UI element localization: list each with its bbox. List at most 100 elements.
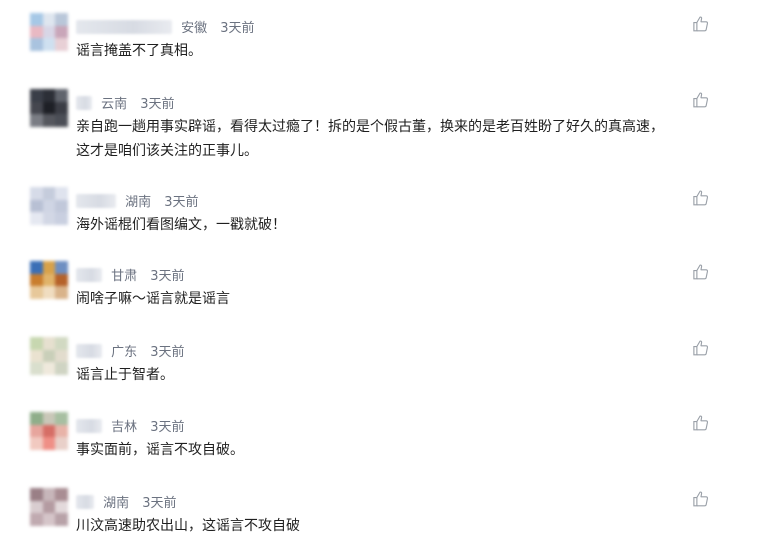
avatar[interactable]	[30, 89, 68, 127]
avatar-mosaic-cell	[30, 362, 43, 375]
avatar-mosaic-cell	[55, 25, 68, 39]
location: 吉林	[111, 420, 138, 435]
comment-meta: 云南 3天前	[76, 92, 175, 112]
location: 甘肃	[111, 269, 138, 284]
comment-meta: 广东 3天前	[76, 340, 185, 360]
timestamp: 3天前	[150, 269, 185, 284]
avatar-mosaic-cell	[55, 114, 68, 127]
comment-text: 川汶高速助农出山，这谣言不攻自破	[76, 518, 300, 534]
avatar-mosaic-cell	[55, 199, 68, 213]
thumbs-up-icon[interactable]	[692, 15, 710, 33]
avatar-mosaic-cell	[30, 38, 43, 51]
avatar-mosaic-cell	[55, 13, 68, 26]
avatar-mosaic-cell	[55, 424, 68, 438]
avatar-mosaic-cell	[42, 500, 56, 514]
avatar-mosaic-cell	[55, 337, 68, 350]
avatar-mosaic-cell	[42, 513, 56, 526]
comment-meta: 湖南 3天前	[76, 491, 177, 511]
avatar-mosaic-cell	[55, 89, 68, 102]
avatar-mosaic-cell	[30, 199, 43, 213]
thumbs-up-icon[interactable]	[692, 263, 710, 281]
avatar[interactable]	[30, 412, 68, 450]
location: 湖南	[103, 496, 130, 511]
avatar-mosaic-cell	[42, 199, 56, 213]
avatar-mosaic-cell	[42, 25, 56, 39]
avatar-mosaic-cell	[42, 212, 56, 225]
avatar-mosaic-cell	[30, 424, 43, 438]
comment-text: 海外谣棍们看图编文，一戳就破！	[76, 217, 286, 233]
avatar-mosaic-cell	[30, 349, 43, 363]
comment-text: 谣言掩盖不了真相。	[76, 43, 202, 59]
avatar-mosaic-cell	[55, 500, 68, 514]
comment-meta: 吉林 3天前	[76, 415, 185, 435]
avatar-mosaic-cell	[42, 89, 56, 102]
avatar-mosaic-cell	[42, 101, 56, 115]
thumbs-up-icon[interactable]	[692, 490, 710, 508]
avatar-mosaic-cell	[42, 362, 56, 375]
comment-meta: 安徽 3天前	[76, 16, 255, 36]
timestamp: 3天前	[150, 345, 185, 360]
comment-text: 事实面前，谣言不攻自破。	[76, 442, 244, 458]
avatar-mosaic-cell	[42, 412, 56, 425]
avatar-mosaic-cell	[55, 513, 68, 526]
avatar[interactable]	[30, 488, 68, 526]
avatar-mosaic-cell	[42, 38, 56, 51]
avatar-mosaic-cell	[42, 273, 56, 287]
avatar-mosaic-cell	[30, 337, 43, 350]
thumbs-up-icon[interactable]	[692, 91, 710, 109]
avatar-mosaic-cell	[42, 261, 56, 274]
username-blurred[interactable]	[76, 19, 172, 34]
username-blurred[interactable]	[76, 494, 94, 509]
avatar-mosaic-cell	[55, 437, 68, 450]
avatar-mosaic-cell	[55, 488, 68, 501]
thumbs-up-icon[interactable]	[692, 189, 710, 207]
comment-meta: 甘肃 3天前	[76, 264, 185, 284]
avatar-mosaic-cell	[30, 212, 43, 225]
thumbs-up-icon[interactable]	[692, 339, 710, 357]
comment-text: 亲自跑一趟用事实辟谣，看得太过瘾了！拆的是个假古董，换来的是老百姓盼了好久的真高…	[76, 119, 664, 159]
avatar-mosaic-cell	[42, 349, 56, 363]
avatar-mosaic-cell	[55, 349, 68, 363]
timestamp: 3天前	[164, 195, 199, 210]
comment-text: 谣言止于智者。	[76, 367, 174, 383]
avatar-mosaic-cell	[30, 89, 43, 102]
thumbs-up-icon[interactable]	[692, 414, 710, 432]
avatar[interactable]	[30, 261, 68, 299]
avatar-mosaic-cell	[30, 261, 43, 274]
avatar-mosaic-cell	[30, 286, 43, 299]
avatar-mosaic-cell	[42, 187, 56, 200]
avatar-mosaic-cell	[30, 412, 43, 425]
timestamp: 3天前	[140, 97, 175, 112]
location: 安徽	[181, 21, 208, 36]
avatar-mosaic-cell	[42, 286, 56, 299]
avatar-mosaic-cell	[42, 488, 56, 501]
avatar-mosaic-cell	[55, 212, 68, 225]
avatar-mosaic-cell	[55, 101, 68, 115]
username-blurred[interactable]	[76, 343, 102, 358]
location: 湖南	[125, 195, 152, 210]
username-blurred[interactable]	[76, 95, 92, 110]
avatar[interactable]	[30, 337, 68, 375]
comment-text: 闹啥子嘛～谣言就是谣言	[76, 291, 230, 307]
username-blurred[interactable]	[76, 193, 116, 208]
location: 广东	[111, 345, 138, 360]
avatar-mosaic-cell	[55, 187, 68, 200]
avatar-mosaic-cell	[30, 513, 43, 526]
avatar-mosaic-cell	[30, 13, 43, 26]
avatar[interactable]	[30, 187, 68, 225]
avatar-mosaic-cell	[42, 114, 56, 127]
comment-meta: 湖南 3天前	[76, 190, 199, 210]
timestamp: 3天前	[150, 420, 185, 435]
timestamp: 3天前	[220, 21, 255, 36]
timestamp: 3天前	[142, 496, 177, 511]
avatar-mosaic-cell	[55, 261, 68, 274]
avatar-mosaic-cell	[30, 25, 43, 39]
avatar-mosaic-cell	[42, 437, 56, 450]
avatar-mosaic-cell	[42, 13, 56, 26]
avatar-mosaic-cell	[55, 286, 68, 299]
avatar-mosaic-cell	[42, 424, 56, 438]
username-blurred[interactable]	[76, 418, 102, 433]
username-blurred[interactable]	[76, 267, 102, 282]
avatar[interactable]	[30, 13, 68, 51]
avatar-mosaic-cell	[30, 101, 43, 115]
